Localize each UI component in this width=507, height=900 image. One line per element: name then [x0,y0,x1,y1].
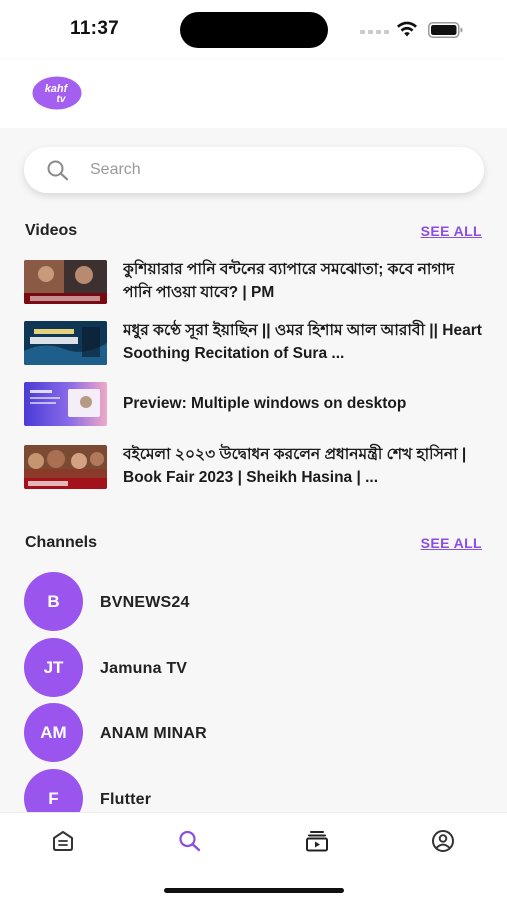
search-input[interactable] [90,147,460,193]
video-title: মধুর কণ্ঠে সূরা ইয়াছিন || ওমর হিশাম আল … [123,322,482,362]
search-bar[interactable] [24,147,484,193]
videos-see-all-link[interactable]: SEE ALL [421,223,482,239]
channel-name: ANAM MINAR [100,725,207,742]
tab-library[interactable] [297,827,337,855]
video-item[interactable]: বইমেলা ২০২৩ উদ্বোধন করলেন প্রধানমন্ত্রী … [24,443,484,491]
channel-avatar: B [24,572,84,631]
dynamic-island [180,12,328,48]
video-thumbnail [24,445,107,489]
channel-item[interactable]: JT Jamuna TV [24,638,484,706]
video-thumbnail [24,260,107,304]
channels-section-title: Channels [25,534,98,551]
channel-avatar-initials: F [24,769,83,812]
channel-name: Jamuna TV [100,660,188,677]
home-indicator [164,888,344,893]
channel-avatar-initials: AM [24,703,83,762]
library-icon [306,831,328,852]
battery-icon [428,22,463,38]
channel-name: BVNEWS24 [100,594,190,611]
channel-item[interactable]: B BVNEWS24 [24,572,484,640]
main-content[interactable]: Videos SEE ALL কুশিয়ারার পানি বন্টনের ব… [0,128,507,812]
app-header: kahf tv [0,60,507,128]
channel-name: Flutter [100,791,152,808]
status-bar: 11:37 [0,0,507,60]
tab-search[interactable] [170,827,210,855]
video-thumbnail [24,382,107,426]
wifi-icon [397,21,417,37]
channels-see-all-link[interactable]: SEE ALL [421,535,482,551]
status-time: 11:37 [70,18,120,39]
kahf-tv-logo[interactable]: kahf tv [32,76,82,110]
search-icon [179,830,201,852]
profile-icon [432,830,454,852]
channel-avatar: AM [24,703,84,762]
video-title: বইমেলা ২০২৩ উদ্বোধন করলেন প্রধানমন্ত্রী … [123,446,467,486]
video-item[interactable]: কুশিয়ারার পানি বন্টনের ব্যাপারে সমঝোতা;… [24,258,484,306]
video-title: কুশিয়ারার পানি বন্টনের ব্যাপারে সমঝোতা;… [123,261,455,301]
video-thumbnail [24,321,107,365]
channel-avatar: F [24,769,84,812]
status-indicators [360,20,470,40]
home-icon [53,831,73,851]
channel-item[interactable]: AM ANAM MINAR [24,703,484,771]
videos-section-title: Videos [25,222,78,239]
tab-profile[interactable] [423,827,463,855]
channel-avatar: JT [24,638,84,697]
channel-item[interactable]: F Flutter [24,769,484,812]
channel-avatar-initials: B [24,572,83,631]
svg-text:tv: tv [57,94,67,105]
cellular-signal-icon [360,30,389,34]
tab-home[interactable] [43,827,83,855]
channel-avatar-initials: JT [24,638,83,697]
video-item[interactable]: মধুর কণ্ঠে সূরা ইয়াছিন || ওমর হিশাম আল … [24,319,484,367]
video-title: Preview: Multiple windows on desktop [123,395,407,412]
search-icon [47,160,69,181]
video-item[interactable]: Preview: Multiple windows on desktop [24,380,484,428]
bottom-tab-bar [0,812,507,900]
